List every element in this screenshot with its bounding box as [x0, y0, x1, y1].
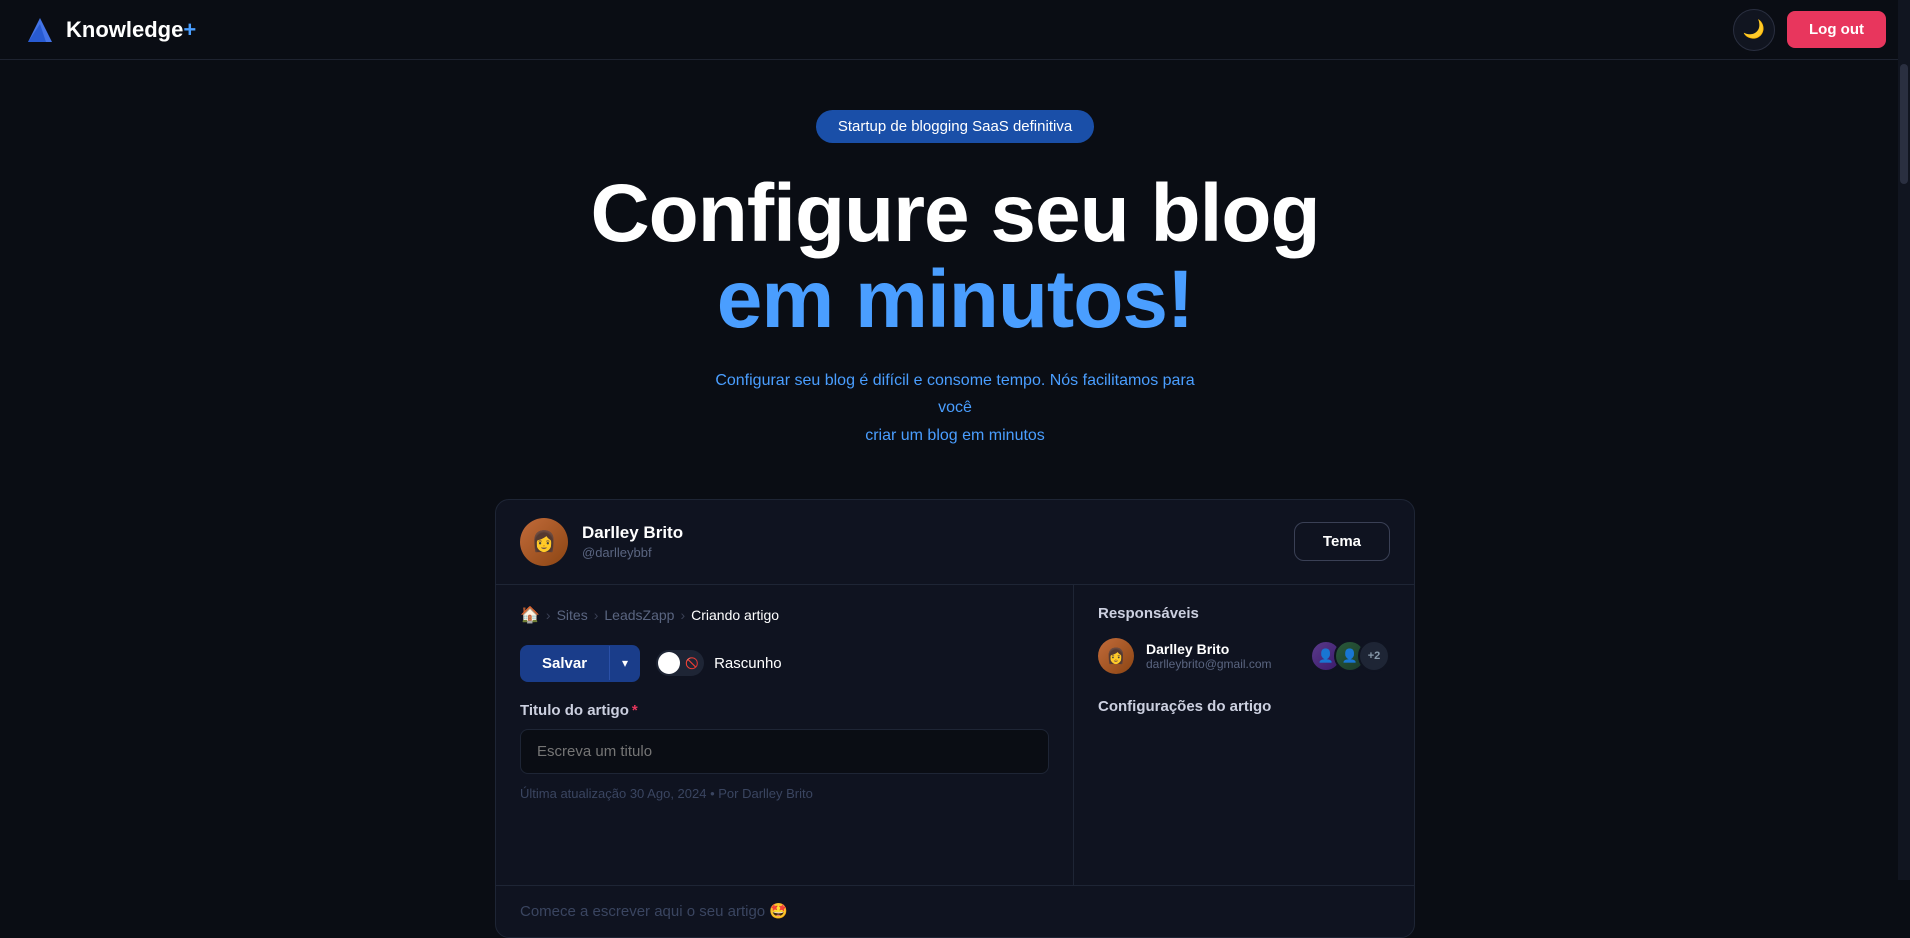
logo: Knowledge+ [24, 14, 196, 46]
responsavel-name: Darlley Brito [1146, 641, 1272, 657]
scrollbar-thumb[interactable] [1900, 64, 1908, 184]
breadcrumb-current: Criando artigo [691, 607, 779, 623]
card-left-panel: 🏠 › Sites › LeadsZapp › Criando artigo S… [496, 585, 1074, 885]
draft-label: Rascunho [714, 655, 782, 672]
toggle-icon: 🚫 [685, 657, 699, 670]
scrollbar-track [1898, 0, 1910, 880]
logo-text: Knowledge+ [66, 17, 196, 43]
draft-toggle-area: 🚫 Rascunho [656, 650, 782, 676]
card-body: 🏠 › Sites › LeadsZapp › Criando artigo S… [496, 585, 1414, 885]
user-details: Darlley Brito @darlleybbf [582, 523, 683, 560]
responsavel-info: Darlley Brito darlleybrito@gmail.com [1146, 641, 1272, 671]
user-name: Darlley Brito [582, 523, 683, 543]
save-button-group: Salvar ▾ [520, 645, 640, 682]
save-button[interactable]: Salvar [520, 645, 609, 682]
card-header: 👩 Darlley Brito @darlleybbf Tema [496, 500, 1414, 585]
breadcrumb-sep-3: › [680, 607, 685, 623]
logo-icon [24, 14, 56, 46]
extra-avatar-count: +2 [1358, 640, 1390, 672]
breadcrumb-sep-1: › [546, 607, 551, 623]
avatar: 👩 [520, 518, 568, 566]
demo-card: 👩 Darlley Brito @darlleybbf Tema 🏠 › Sit… [495, 499, 1415, 938]
user-info: 👩 Darlley Brito @darlleybbf [520, 518, 683, 566]
user-handle: @darlleybbf [582, 545, 683, 560]
breadcrumb-sep-2: › [594, 607, 599, 623]
config-title: Configurações do artigo [1098, 698, 1390, 715]
breadcrumb-home-icon[interactable]: 🏠 [520, 605, 540, 625]
demo-container: 👩 Darlley Brito @darlleybbf Tema 🏠 › Sit… [0, 489, 1910, 938]
save-chevron-button[interactable]: ▾ [609, 646, 640, 680]
editor-area[interactable]: Comece a escrever aqui o seu artigo 🤩 [496, 885, 1414, 937]
editor-placeholder: Comece a escrever aqui o seu artigo 🤩 [520, 903, 788, 920]
hero-badge: Startup de blogging SaaS definitiva [816, 110, 1094, 143]
required-star: * [632, 702, 638, 719]
last-update: Última atualização 30 Ago, 2024 • Por Da… [520, 786, 1049, 801]
config-section: Configurações do artigo [1098, 698, 1390, 715]
tema-button[interactable]: Tema [1294, 522, 1390, 561]
responsavel-email: darlleybrito@gmail.com [1146, 657, 1272, 671]
breadcrumb-sites[interactable]: Sites [557, 607, 588, 623]
hero-title-white: Configure seu blog [590, 171, 1319, 257]
card-right-panel: Responsáveis 👩 Darlley Brito darlleybrit… [1074, 585, 1414, 885]
toggle-knob [658, 652, 680, 674]
nav-right: 🌙 Log out [1733, 9, 1886, 51]
extra-avatars: 👤 👤 +2 [1310, 640, 1390, 672]
field-label: Titulo do artigo* [520, 702, 1049, 719]
article-title-input[interactable] [520, 729, 1049, 774]
hero-title-blue: em minutos! [717, 257, 1193, 343]
theme-toggle-button[interactable]: 🌙 [1733, 9, 1775, 51]
logout-button[interactable]: Log out [1787, 11, 1886, 48]
responsavel-avatar: 👩 [1098, 638, 1134, 674]
hero-subtitle: Configurar seu blog é difícil e consome … [715, 367, 1195, 449]
responsavel-row: 👩 Darlley Brito darlleybrito@gmail.com 👤… [1098, 638, 1390, 674]
responsaveis-title: Responsáveis [1098, 605, 1390, 622]
save-toolbar: Salvar ▾ 🚫 Rascunho [520, 645, 1049, 682]
navbar: Knowledge+ 🌙 Log out [0, 0, 1910, 60]
draft-toggle[interactable]: 🚫 [656, 650, 704, 676]
responsaveis-section: Responsáveis 👩 Darlley Brito darlleybrit… [1098, 605, 1390, 674]
breadcrumb: 🏠 › Sites › LeadsZapp › Criando artigo [520, 605, 1049, 625]
hero-section: Startup de blogging SaaS definitiva Conf… [0, 60, 1910, 489]
breadcrumb-site-name[interactable]: LeadsZapp [604, 607, 674, 623]
